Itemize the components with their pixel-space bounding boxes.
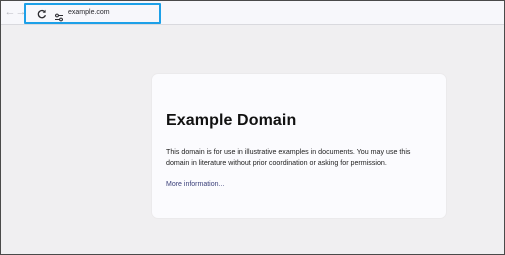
description-paragraph: This domain is for use in illustrative e…: [166, 148, 411, 167]
address-bar[interactable]: example.com: [24, 3, 161, 24]
site-settings-icon[interactable]: [54, 9, 64, 22]
url-text[interactable]: example.com: [68, 8, 110, 18]
content-card: Example Domain This domain is for use in…: [152, 74, 446, 218]
reload-icon[interactable]: [36, 7, 48, 19]
page-title: Example Domain: [166, 112, 297, 129]
browser-toolbar: ← → example.com: [1, 1, 504, 25]
browser-window: ← → example.com Example Domain This doma…: [0, 0, 505, 255]
more-information-link[interactable]: More information...: [166, 180, 224, 190]
